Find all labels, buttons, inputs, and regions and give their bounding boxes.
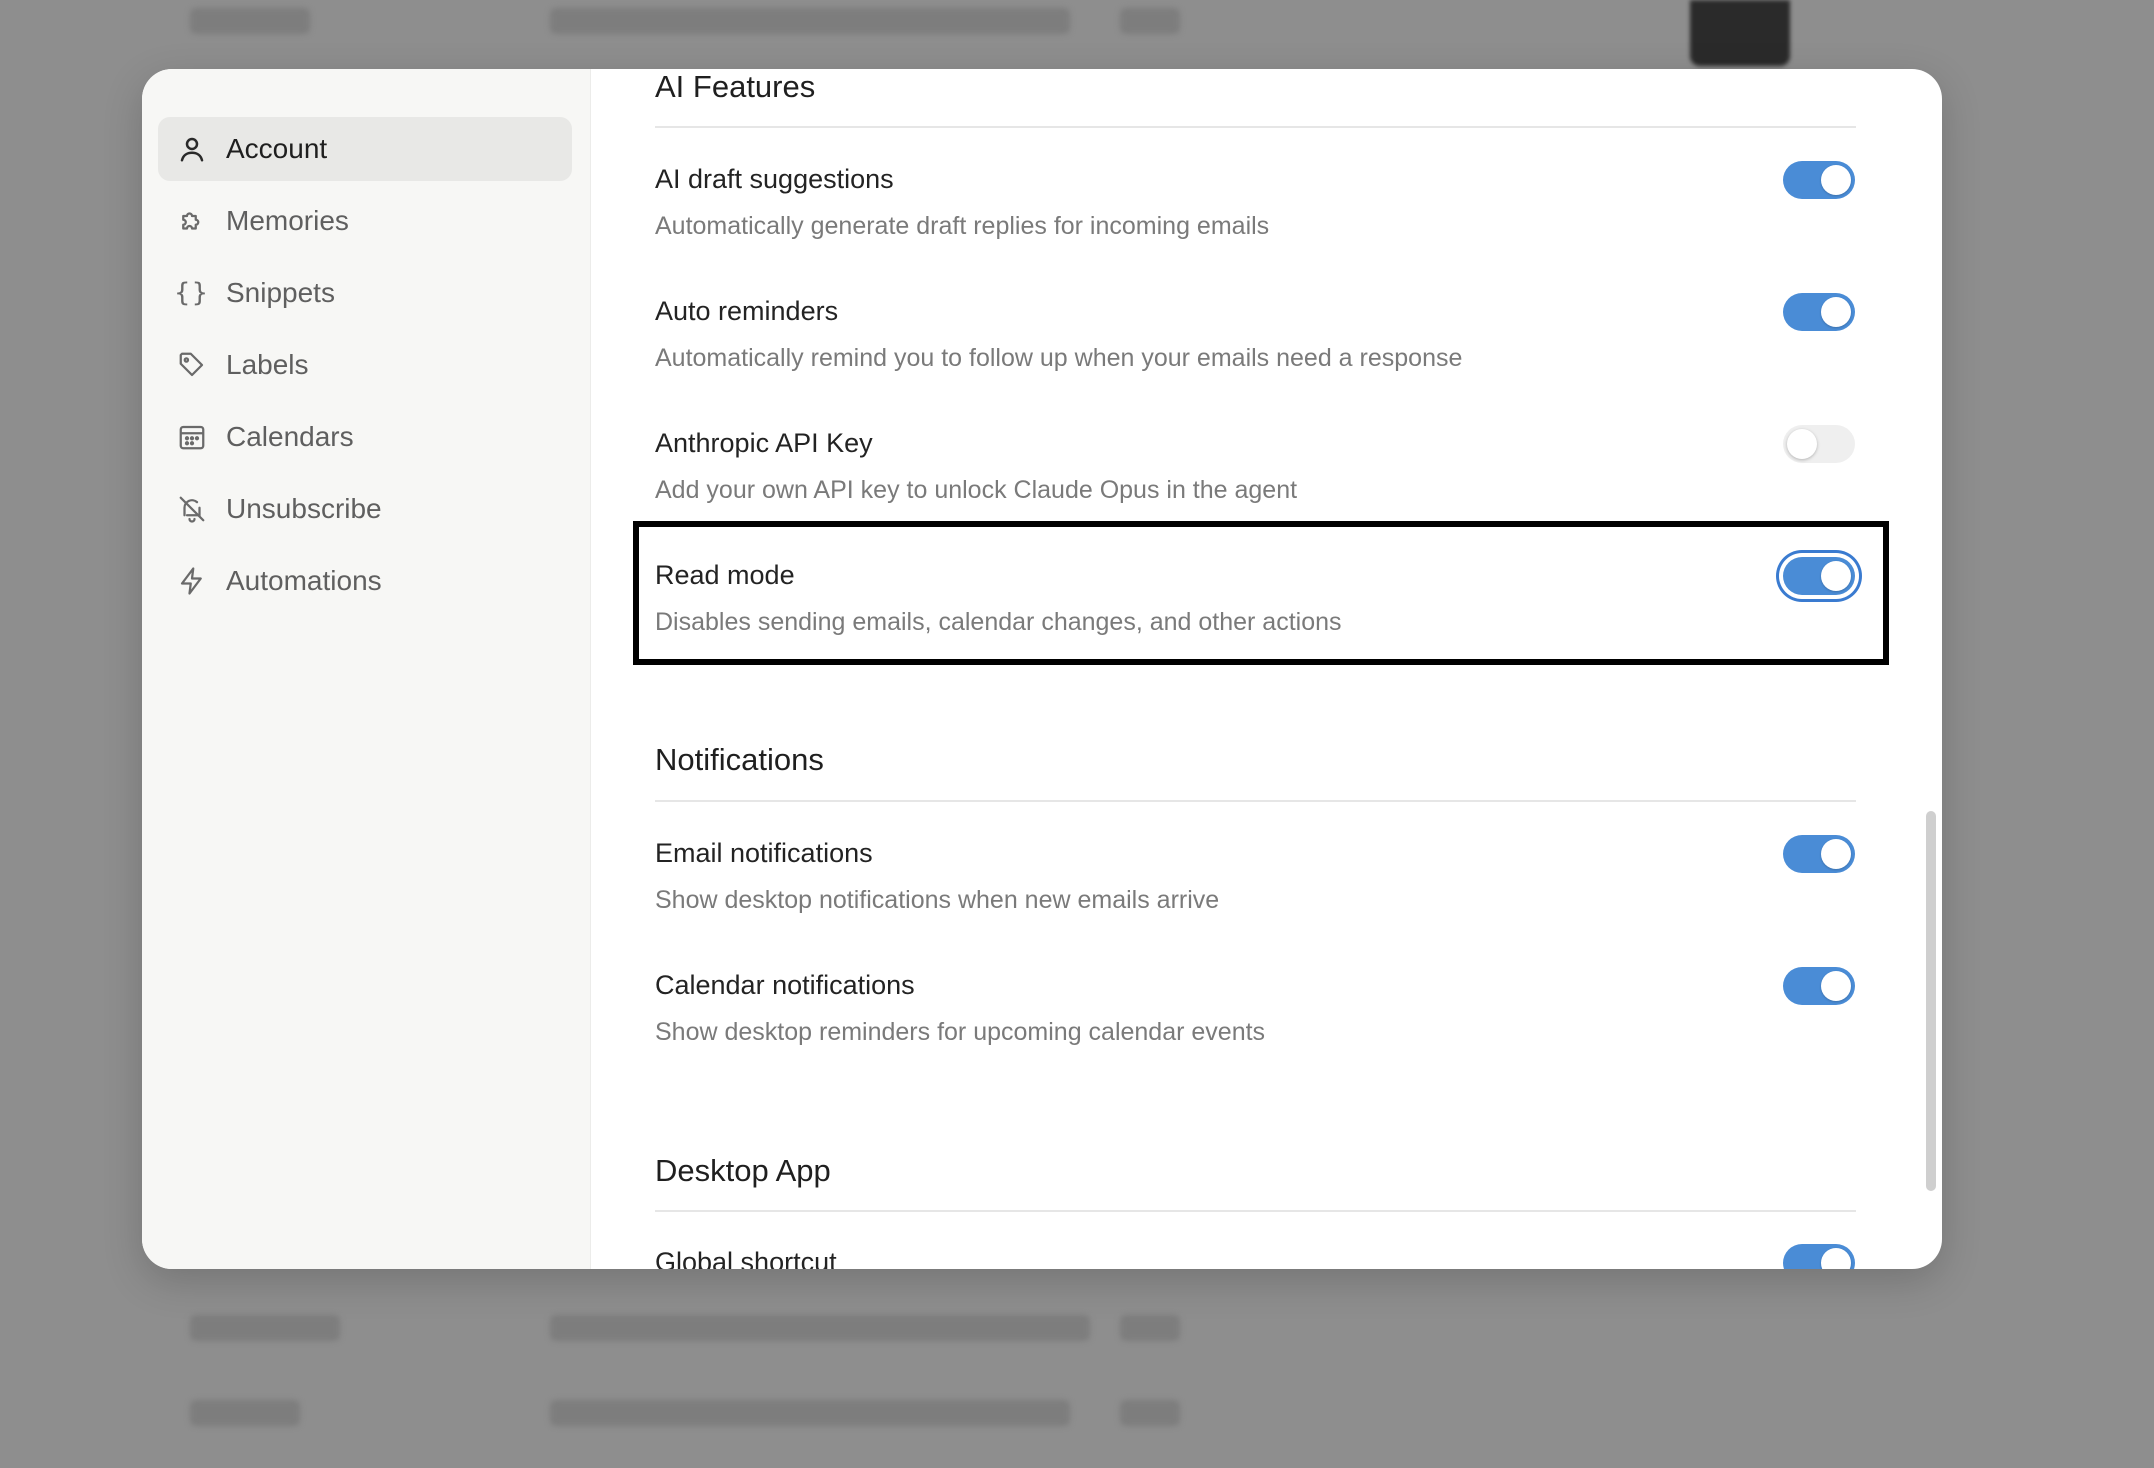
sidebar-item-label: Calendars (226, 421, 354, 452)
puzzle-icon (174, 203, 210, 239)
setting-title: Calendar notifications (655, 970, 915, 1000)
calendar-notifications-toggle[interactable] (1783, 967, 1855, 1005)
divider (655, 800, 1856, 802)
calendar-icon (174, 419, 210, 455)
toggle-knob (1821, 297, 1851, 327)
sidebar-item-memories[interactable]: Memories (158, 189, 572, 253)
toggle-knob (1821, 561, 1851, 591)
section-title-notifications: Notifications (655, 742, 824, 777)
setting-description: Show desktop reminders for upcoming cale… (655, 1018, 1266, 1046)
content-scrollbar[interactable] (1926, 811, 1936, 1191)
sidebar-item-label: Labels (226, 349, 309, 380)
sidebar-item-account[interactable]: Account (158, 117, 572, 181)
user-icon (174, 131, 210, 167)
sidebar-item-snippets[interactable]: {} Snippets (158, 261, 572, 325)
email-notifications-toggle[interactable] (1783, 835, 1855, 873)
sidebar-item-label: Account (226, 133, 328, 164)
toggle-knob (1821, 839, 1851, 869)
section-title-ai-features: AI Features (655, 69, 816, 104)
setting-title: Auto reminders (655, 296, 839, 326)
background-row (180, 1400, 1780, 1430)
setting-description: Automatically remind you to follow up wh… (655, 344, 1463, 372)
sidebar-item-label: Automations (226, 565, 382, 596)
ai-draft-suggestions-toggle[interactable] (1783, 161, 1855, 199)
divider (655, 1210, 1856, 1212)
global-shortcut-toggle[interactable] (1783, 1244, 1855, 1269)
section-title-desktop-app: Desktop App (655, 1153, 831, 1188)
sidebar-item-label: Unsubscribe (226, 493, 382, 524)
highlight-box (633, 521, 1889, 665)
setting-description: Add your own API key to unlock Claude Op… (655, 476, 1298, 504)
sidebar-item-calendars[interactable]: Calendars (158, 405, 572, 469)
settings-sidebar: Account Memories {} Snippets Labels Cale… (142, 69, 591, 1269)
setting-title: Email notifications (655, 838, 873, 868)
sidebar-item-unsubscribe[interactable]: Unsubscribe (158, 477, 572, 541)
bolt-icon (174, 563, 210, 599)
background-row (180, 8, 1780, 38)
setting-description: Show desktop notifications when new emai… (655, 886, 1220, 914)
settings-modal: Account Memories {} Snippets Labels Cale… (142, 69, 1942, 1269)
background-row (180, 1315, 1780, 1345)
divider (655, 126, 1856, 128)
setting-title: Anthropic API Key (655, 428, 873, 458)
sidebar-item-label: Snippets (226, 277, 335, 308)
toggle-knob (1821, 971, 1851, 1001)
setting-description: Automatically generate draft replies for… (655, 212, 1270, 240)
settings-content: AI Features AI draft suggestions Automat… (591, 69, 1942, 1269)
setting-description: Disables sending emails, calendar change… (655, 608, 1342, 636)
sidebar-item-labels[interactable]: Labels (158, 333, 572, 397)
sidebar-item-automations[interactable]: Automations (158, 549, 572, 613)
toggle-knob (1821, 1248, 1851, 1269)
toggle-knob (1787, 429, 1817, 459)
setting-title: Read mode (655, 560, 795, 590)
anthropic-api-key-toggle[interactable] (1783, 425, 1855, 463)
toggle-knob (1821, 165, 1851, 195)
sidebar-item-label: Memories (226, 205, 349, 236)
read-mode-toggle[interactable] (1783, 557, 1855, 595)
setting-title: Global shortcut (655, 1247, 837, 1269)
auto-reminders-toggle[interactable] (1783, 293, 1855, 331)
braces-icon: {} (174, 278, 210, 308)
bell-off-icon (174, 491, 210, 527)
tag-icon (174, 347, 210, 383)
setting-title: AI draft suggestions (655, 164, 894, 194)
